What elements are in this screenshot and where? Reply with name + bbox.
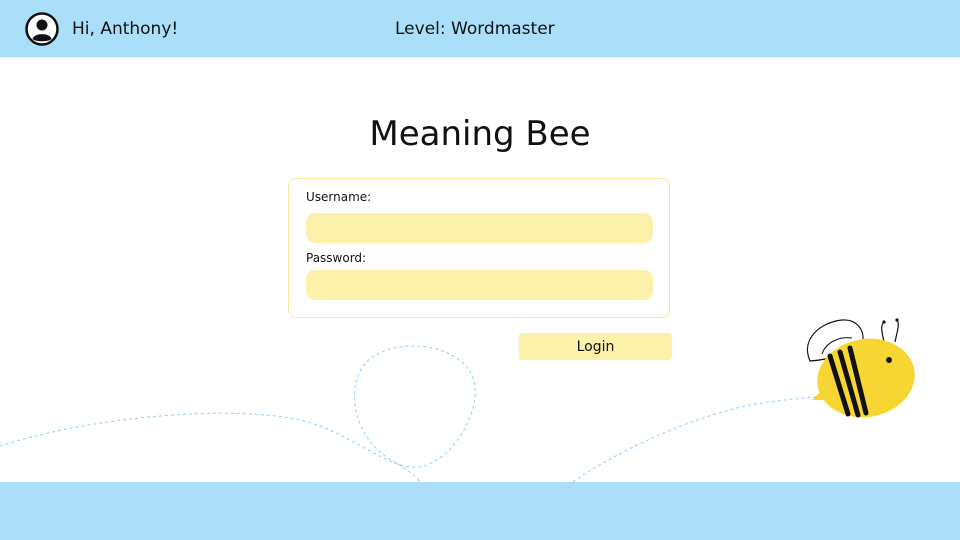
password-label: Password: (306, 251, 367, 265)
login-button[interactable]: Login (519, 333, 672, 360)
page-title: Meaning Bee (369, 114, 591, 154)
bee-icon (807, 318, 915, 418)
footer-bar (0, 482, 960, 540)
username-label: Username: (306, 190, 372, 204)
username-input[interactable] (306, 213, 653, 243)
password-input[interactable] (306, 270, 653, 300)
